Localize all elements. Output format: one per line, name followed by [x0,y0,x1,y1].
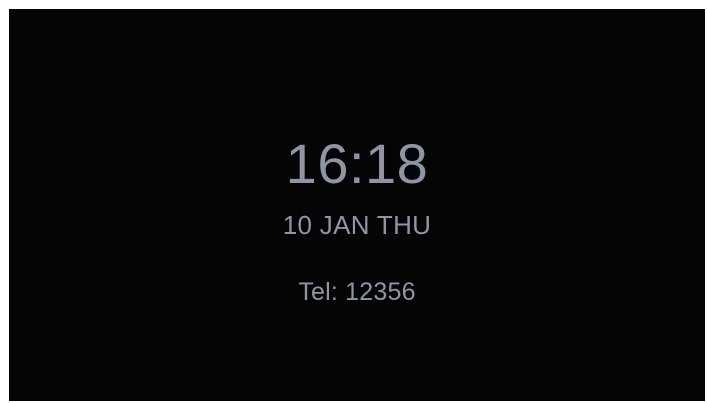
phone-number-label: Tel: 12356 [298,278,416,306]
lock-screen: 16:18 10 JAN THU Tel: 12356 [9,9,705,401]
date-label: 10 JAN THU [282,210,432,240]
lock-screen-content: 16:18 10 JAN THU Tel: 12356 [9,9,705,401]
clock-time: 16:18 [285,132,429,195]
